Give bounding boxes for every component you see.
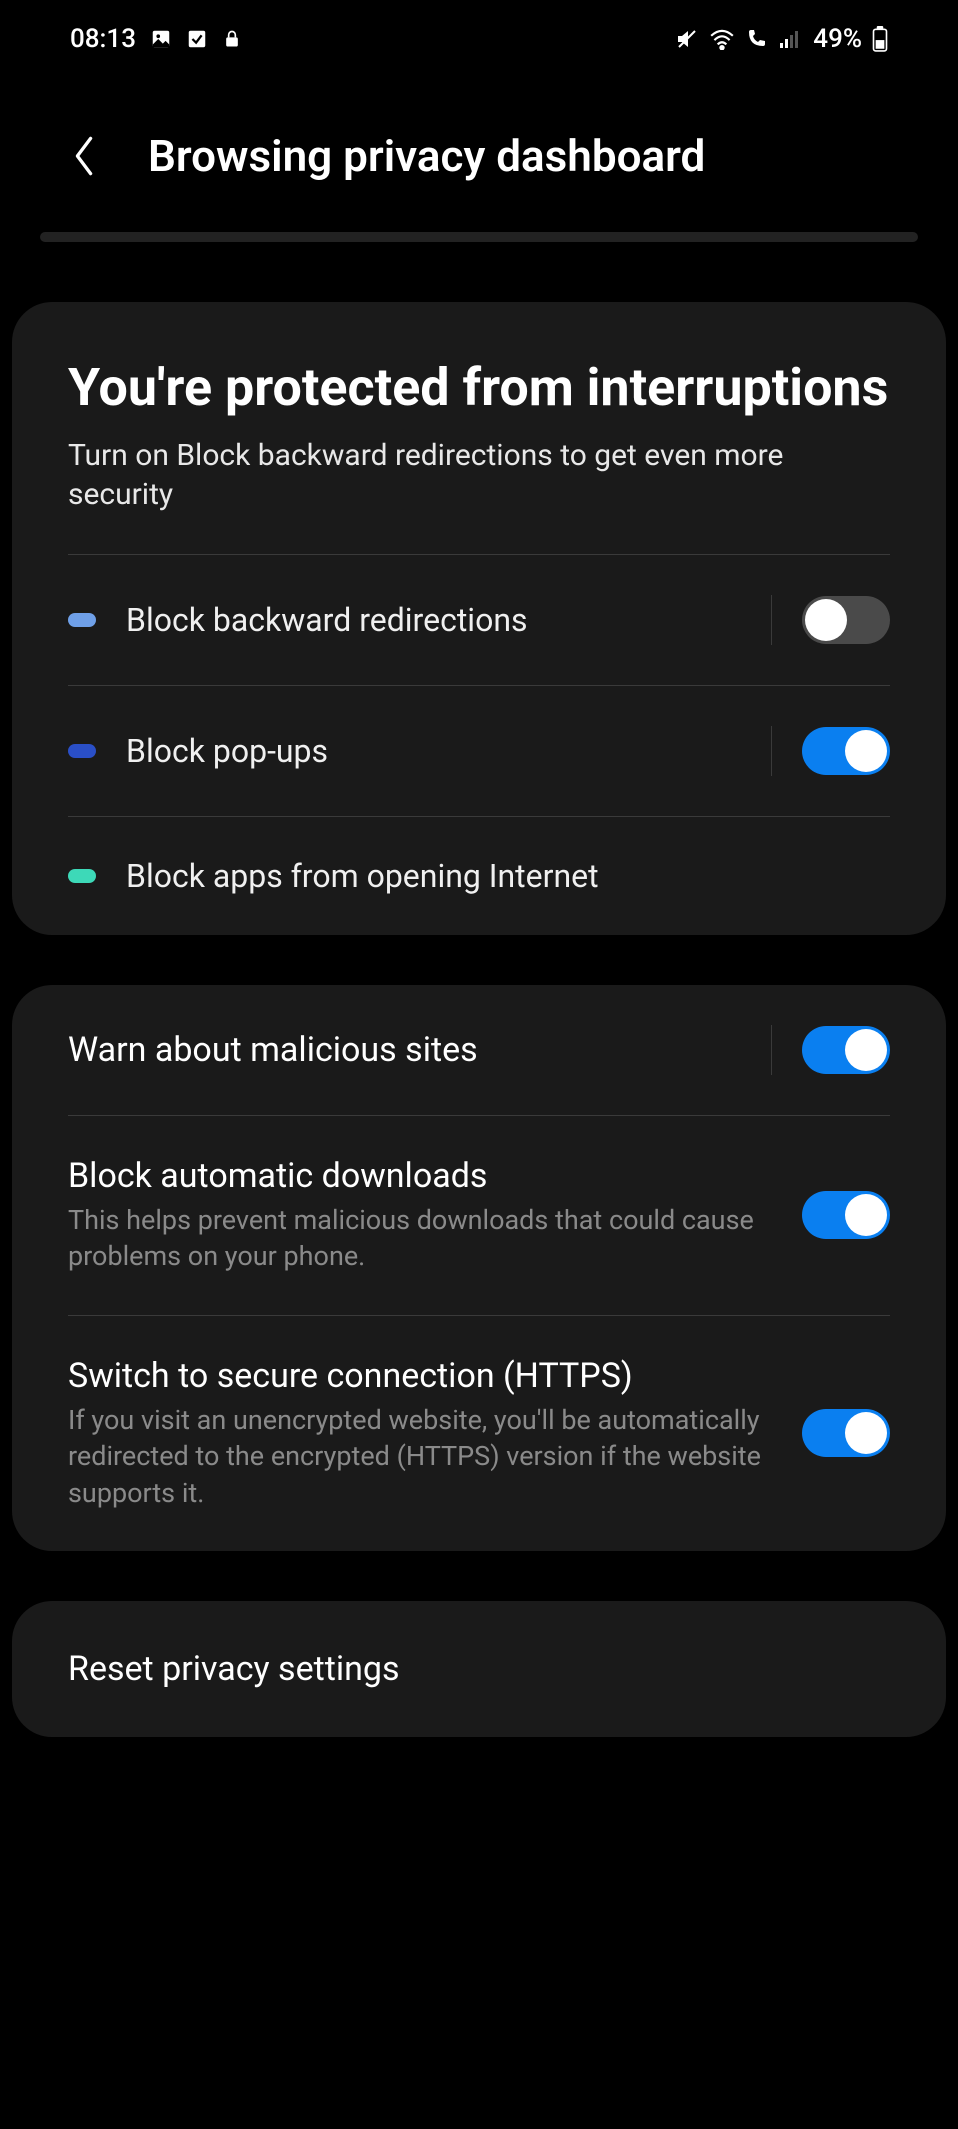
block-apps-opening-internet-row[interactable]: Block apps from opening Internet bbox=[12, 817, 946, 935]
row-label: Block backward redirections bbox=[126, 601, 741, 639]
block-backward-redirections-row[interactable]: Block backward redirections bbox=[12, 555, 946, 685]
indicator-dot bbox=[68, 869, 96, 883]
status-time: 08:13 bbox=[70, 24, 136, 54]
block-automatic-downloads-toggle[interactable] bbox=[802, 1191, 890, 1239]
row-description: This helps prevent malicious downloads t… bbox=[68, 1202, 772, 1275]
row-label: Block pop-ups bbox=[126, 732, 741, 770]
signal-icon bbox=[779, 29, 803, 49]
reset-privacy-settings-row[interactable]: Reset privacy settings bbox=[12, 1601, 946, 1737]
mute-icon bbox=[675, 27, 699, 51]
lock-icon bbox=[222, 28, 242, 50]
battery-icon bbox=[872, 26, 888, 52]
wifi-icon bbox=[709, 28, 735, 50]
warn-malicious-sites-row[interactable]: Warn about malicious sites bbox=[12, 985, 946, 1115]
page-title: Browsing privacy dashboard bbox=[148, 130, 705, 182]
switch-https-row[interactable]: Switch to secure connection (HTTPS) If y… bbox=[12, 1316, 946, 1551]
row-label: Block automatic downloads bbox=[68, 1156, 772, 1196]
reset-card: Reset privacy settings bbox=[12, 1601, 946, 1737]
back-button[interactable] bbox=[60, 132, 108, 180]
image-icon bbox=[150, 28, 172, 50]
check-icon bbox=[186, 28, 208, 50]
divider-vertical bbox=[771, 1025, 772, 1075]
warn-malicious-sites-toggle[interactable] bbox=[802, 1026, 890, 1074]
row-label: Switch to secure connection (HTTPS) bbox=[68, 1356, 772, 1396]
switch-https-toggle[interactable] bbox=[802, 1409, 890, 1457]
status-right: 49% bbox=[675, 24, 888, 54]
divider-vertical bbox=[771, 595, 772, 645]
status-left: 08:13 bbox=[70, 24, 242, 54]
status-bar: 08:13 49% bbox=[0, 0, 958, 70]
row-label: Reset privacy settings bbox=[68, 1649, 890, 1689]
block-automatic-downloads-row[interactable]: Block automatic downloads This helps pre… bbox=[12, 1116, 946, 1315]
protection-card: You're protected from interruptions Turn… bbox=[12, 302, 946, 935]
row-label: Block apps from opening Internet bbox=[126, 857, 890, 895]
indicator-dot bbox=[68, 613, 96, 627]
block-backward-redirections-toggle[interactable] bbox=[802, 596, 890, 644]
scroll-indicator bbox=[40, 232, 918, 242]
row-label: Warn about malicious sites bbox=[68, 1030, 741, 1070]
row-description: If you visit an unencrypted website, you… bbox=[68, 1402, 772, 1511]
security-card: Warn about malicious sites Block automat… bbox=[12, 985, 946, 1551]
protection-subtitle: Turn on Block backward redirections to g… bbox=[68, 436, 890, 514]
divider-vertical bbox=[771, 726, 772, 776]
page-header: Browsing privacy dashboard bbox=[0, 70, 958, 232]
call-icon bbox=[745, 27, 769, 51]
status-battery-pct: 49% bbox=[813, 24, 862, 54]
chevron-left-icon bbox=[70, 134, 98, 178]
indicator-dot bbox=[68, 744, 96, 758]
protection-header: You're protected from interruptions Turn… bbox=[12, 302, 946, 554]
protection-title: You're protected from interruptions bbox=[68, 358, 890, 418]
block-popups-toggle[interactable] bbox=[802, 727, 890, 775]
block-popups-row[interactable]: Block pop-ups bbox=[12, 686, 946, 816]
